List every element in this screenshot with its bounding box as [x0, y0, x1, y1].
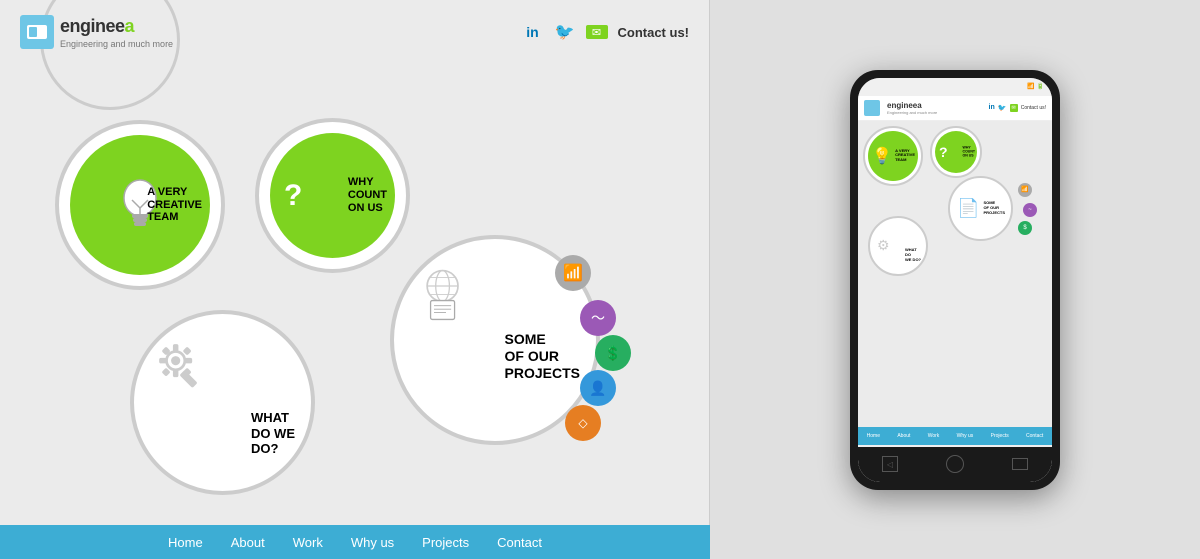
footer-nav: Home About Work Why us Projects Contact [0, 525, 710, 559]
logo-area: engineea Engineering and much more [20, 15, 173, 49]
phone-what-text: WHATDOWE DO? [905, 248, 921, 262]
float-icon-wifi: 📶 [555, 255, 591, 291]
email-icon[interactable]: ✉ [586, 25, 608, 39]
nav-home[interactable]: Home [168, 535, 203, 550]
phone-nav-home[interactable]: Home [867, 433, 880, 439]
phone-logo-tagline: Engineering and much more [887, 110, 937, 115]
phone-creative-circle: 💡 A VERYCREATIVETEAM [863, 126, 923, 186]
phone-why-circle: ? WHYCOUNTON US [930, 126, 982, 178]
logo-group: engineea Engineering and much more [60, 16, 173, 49]
gear-icon [150, 335, 205, 390]
float-icon-dollar: 💲 [595, 335, 631, 371]
question-icon: ? [284, 179, 302, 213]
phone-mockup: 📶 🔋 engineea Engineering and much more i… [850, 70, 1060, 490]
phone-why-inner: ? WHYCOUNTON US [935, 131, 977, 173]
projects-text: SOME OF OUR PROJECTS [505, 331, 580, 381]
phone-nav-work[interactable]: Work [928, 433, 940, 439]
right-panel: 📶 🔋 engineea Engineering and much more i… [710, 0, 1200, 559]
phone-content: 💡 A VERYCREATIVETEAM ? WHYCOUNTON US 📄 [858, 121, 1052, 445]
phone-nav-whyus[interactable]: Why us [957, 433, 974, 439]
header: engineea Engineering and much more in 🐦 … [0, 15, 709, 49]
phone-projects-text: SOMEOF OURPROJECTS [983, 201, 1005, 215]
phone-status-icons: 📶 🔋 [1027, 83, 1044, 90]
phone-email: ✉ [1010, 104, 1018, 112]
phone-logo-box [864, 100, 880, 116]
logo-box-inner [27, 25, 47, 39]
phone-gear-icon: ⚙ [877, 237, 890, 254]
phone-recents-button[interactable] [1012, 458, 1028, 470]
phone-nav-projects[interactable]: Projects [991, 433, 1009, 439]
phone-projects-inner: 📄 SOMEOF OURPROJECTS [953, 181, 1008, 236]
phone-status-bar: 📶 🔋 [858, 78, 1052, 96]
creative-text: A VERY CREATIVE TEAM [147, 186, 202, 224]
nav-contact[interactable]: Contact [497, 535, 542, 550]
phone-screen: 📶 🔋 engineea Engineering and much more i… [858, 78, 1052, 482]
phone-doc-icon: 📄 [957, 198, 979, 219]
globe-doc-icon [413, 262, 473, 322]
phone-float-1: 📶 [1018, 183, 1032, 197]
phone-header: engineea Engineering and much more in 🐦 … [858, 96, 1052, 121]
phone-contact: Contact us! [1021, 105, 1046, 111]
phone-what-inner: ⚙ WHATDOWE DO? [873, 221, 923, 271]
phone-nav-about[interactable]: About [897, 433, 910, 439]
phone-linkedin: in [989, 104, 995, 111]
twitter-icon[interactable]: 🐦 [554, 21, 576, 43]
logo-text: engineea [60, 16, 173, 37]
social-icons: in 🐦 ✉ Contact us! [522, 21, 690, 43]
why-count-inner: ? WHY COUNT ON US [270, 133, 395, 258]
phone-social-icons: in 🐦 ✉ Contact us! [989, 104, 1046, 112]
creative-team-circle[interactable]: A VERY CREATIVE TEAM [55, 120, 225, 290]
phone-creative-text: A VERYCREATIVETEAM [895, 148, 915, 162]
phone-footer-nav: Home About Work Why us Projects Contact [858, 427, 1052, 445]
float-icon-person: 👤 [580, 370, 616, 406]
phone-twitter: 🐦 [998, 104, 1007, 112]
phone-nav-contact[interactable]: Contact [1026, 433, 1043, 439]
phone-projects-circle: 📄 SOMEOF OURPROJECTS [948, 176, 1013, 241]
nav-projects[interactable]: Projects [422, 535, 469, 550]
phone-float-2: ~ [1023, 203, 1037, 217]
phone-what-circle: ⚙ WHATDOWE DO? [868, 216, 928, 276]
nav-why-us[interactable]: Why us [351, 535, 394, 550]
why-text: WHY COUNT ON US [348, 176, 387, 216]
phone-bulb-icon: 💡 [872, 146, 892, 166]
phone-question-icon: ? [939, 144, 948, 160]
phone-back-button[interactable]: ◁ [882, 456, 898, 472]
logo-box [20, 15, 54, 49]
what-do-circle[interactable]: WHAT DO WE DO? [130, 310, 315, 495]
contact-link[interactable]: Contact us! [618, 25, 690, 40]
phone-creative-inner: 💡 A VERYCREATIVETEAM [868, 131, 918, 181]
logo-tagline: Engineering and much more [60, 39, 173, 49]
float-icon-squiggle: 〜 [580, 300, 616, 336]
what-text: WHAT DO WE DO? [251, 410, 295, 457]
float-icon-diamond: ◇ [565, 405, 601, 441]
phone-why-text: WHYCOUNTON US [963, 145, 975, 158]
what-do-inner: WHAT DO WE DO? [145, 325, 300, 480]
creative-team-inner: A VERY CREATIVE TEAM [70, 135, 210, 275]
nav-about[interactable]: About [231, 535, 265, 550]
why-count-circle[interactable]: ? WHY COUNT ON US [255, 118, 410, 273]
phone-float-3: $ [1018, 221, 1032, 235]
logo-accent: a [125, 16, 135, 36]
phone-logo-text: engineea [887, 101, 937, 110]
linkedin-icon[interactable]: in [522, 21, 544, 43]
left-panel: engineea Engineering and much more in 🐦 … [0, 0, 710, 559]
phone-home-button[interactable] [946, 455, 964, 473]
phone-bottom-nav: ◁ [858, 447, 1052, 482]
nav-work[interactable]: Work [293, 535, 323, 550]
